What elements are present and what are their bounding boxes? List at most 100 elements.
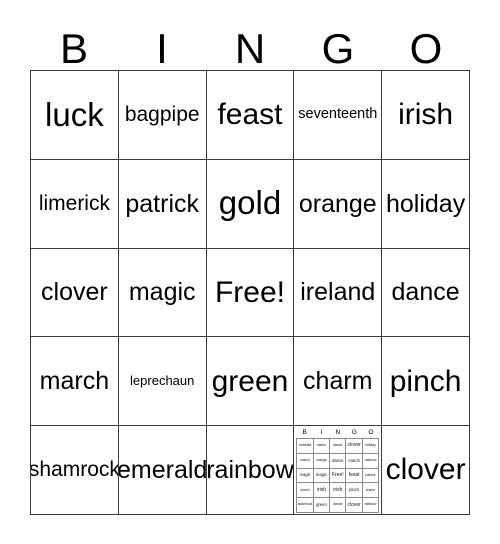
bingo-cell-g4[interactable]: charm	[294, 337, 383, 427]
header-letter-b: B	[59, 25, 88, 72]
bingo-cell-i2[interactable]: patrick	[118, 159, 207, 249]
bingo-cell-label: gold	[218, 184, 282, 222]
mini-bingo-cell-label: orange	[316, 458, 327, 463]
bingo-cell-label: bagpipe	[124, 102, 200, 126]
mini-bingo-cell-label: charm	[365, 487, 376, 492]
mini-bingo-cell-label: clover	[347, 442, 361, 449]
bingo-cell-label: holiday	[385, 189, 466, 218]
mini-bingo-cell: green	[313, 498, 331, 514]
bingo-cell-label: magic	[128, 278, 196, 307]
bingo-cell-label: leprechaun	[130, 373, 195, 389]
free-space-label: Free!	[214, 275, 285, 309]
mini-bingo-cell: march	[297, 453, 314, 469]
mini-bingo-cell-label: pinch	[349, 487, 360, 493]
bingo-card: B I N G O luck bagpipe feast seventeenth…	[0, 0, 500, 544]
bingo-cell-b2[interactable]: limerick	[31, 159, 119, 249]
bingo-cell-label: feast	[217, 98, 283, 132]
mini-bingo-cell: shamrock	[297, 498, 314, 514]
bingo-cell-b1[interactable]: luck	[31, 71, 119, 160]
mini-bingo-cell-label: magic	[299, 472, 311, 478]
mini-bingo-cell-label: emerald	[298, 443, 312, 448]
mini-bingo-cell: dance	[330, 439, 347, 454]
bingo-cell-g1[interactable]: seventeenth	[294, 71, 383, 160]
mini-bingo-cell-label: clover	[347, 501, 361, 508]
mini-header-letter-n: N	[335, 429, 341, 437]
bingo-cell-n2[interactable]: gold	[206, 159, 295, 249]
bingo-cell-label: dance	[391, 278, 460, 307]
mini-bingo-cell: clover	[346, 498, 363, 514]
mini-bingo-cell: holiday	[362, 439, 380, 454]
mini-bingo-cell: feast	[346, 468, 363, 484]
mini-bingo-cell: clover	[346, 439, 363, 454]
bingo-header-row: B I N G O	[30, 14, 470, 70]
mini-bingo-cell: march	[297, 483, 314, 499]
bingo-cell-o1[interactable]: irish	[382, 71, 470, 160]
bingo-cell-label: rainbow	[206, 455, 294, 484]
mini-bingo-cell: march	[313, 439, 331, 454]
bingo-cell-i3[interactable]: magic	[118, 248, 207, 338]
bingo-cell-label: shamrock	[31, 458, 119, 482]
mini-bingo-cell-label: magic	[315, 472, 328, 478]
header-letter-o: O	[409, 25, 443, 72]
mini-bingo-grid: emerald march dance clover holiday march orang…	[296, 438, 380, 514]
bingo-cell-o3[interactable]: dance	[382, 248, 470, 338]
mini-bingo-cell-label: patrick	[365, 472, 376, 477]
mini-bingo-cell-label: dance	[333, 502, 343, 507]
mini-bingo-cell: magic	[313, 468, 331, 484]
mini-bingo-cell: dance	[330, 453, 347, 469]
bingo-cell-g5-thumbnail[interactable]: B I N G O emerald march dance clover holiday…	[294, 426, 383, 515]
bingo-cell-o4[interactable]: pinch	[382, 337, 470, 427]
mini-bingo-cell-label: march	[300, 487, 310, 492]
mini-header-letter-b: B	[302, 429, 307, 437]
mini-bingo-cell-label: dance	[332, 457, 344, 463]
bingo-cell-label: seventeenth	[298, 106, 378, 123]
header-letter-n: N	[234, 25, 266, 72]
bingo-cell-b5[interactable]: shamrock	[31, 426, 119, 515]
mini-bingo-cell: pinch	[346, 483, 363, 499]
bingo-cell-label: orange	[298, 189, 377, 218]
mini-bingo-cell: rainbow	[362, 498, 380, 514]
bingo-cell-label: charm	[303, 367, 373, 396]
bingo-cell-label: patrick	[125, 189, 200, 218]
bingo-cell-i1[interactable]: bagpipe	[118, 71, 207, 160]
bingo-cell-n5[interactable]: rainbow	[206, 426, 295, 515]
bingo-cell-g2[interactable]: orange	[294, 159, 383, 249]
mini-bingo-cell: irish	[313, 483, 331, 499]
bingo-cell-b4[interactable]: march	[31, 337, 119, 427]
bingo-cell-label: limerick	[38, 191, 110, 215]
mini-bingo-cell-label: Free!	[331, 472, 344, 479]
mini-bingo-cell-label: holiday	[365, 443, 376, 448]
bingo-cell-n4[interactable]: green	[206, 337, 295, 427]
bingo-cell-i5[interactable]: emerald	[118, 426, 207, 515]
mini-bingo-cell-label: shamrock	[297, 502, 313, 507]
bingo-cell-o2[interactable]: holiday	[382, 159, 470, 249]
mini-bingo-cell-label: green	[316, 502, 327, 508]
mini-bingo-cell: emerald	[297, 439, 314, 454]
bingo-cell-label: march	[39, 367, 110, 396]
header-letter-g: G	[321, 25, 355, 72]
mini-header-letter-o: O	[368, 429, 374, 437]
bingo-cell-label: emerald	[118, 455, 207, 484]
mini-bingo-cell: dance	[330, 498, 347, 514]
mini-bingo-cell-label: irish	[316, 486, 327, 493]
bingo-cell-label: clover	[385, 453, 466, 487]
mini-bingo-cell: charm	[362, 483, 380, 499]
bingo-cell-b3[interactable]: clover	[31, 248, 119, 338]
bingo-cell-n1[interactable]: feast	[206, 71, 295, 160]
mini-bingo-cell: rainbow	[362, 453, 380, 469]
mini-bingo-header-row: B I N G O	[296, 427, 379, 438]
bingo-cell-o5[interactable]: clover	[382, 426, 470, 515]
nested-bingo-card-thumbnail: B I N G O emerald march dance clover holiday…	[296, 427, 380, 514]
bingo-cell-g3[interactable]: ireland	[294, 248, 383, 338]
bingo-cell-free-space[interactable]: Free!	[206, 248, 295, 338]
mini-bingo-cell-label: feast	[348, 472, 360, 479]
mini-header-letter-i: I	[320, 429, 323, 437]
mini-bingo-cell: patrick	[362, 468, 380, 484]
mini-header-letter-g: G	[351, 429, 357, 437]
bingo-cell-i4[interactable]: leprechaun	[118, 337, 207, 427]
bingo-cell-label: ireland	[300, 278, 376, 307]
mini-bingo-cell: magic	[297, 468, 314, 484]
mini-bingo-cell-label: march	[316, 443, 327, 448]
mini-bingo-cell: march	[346, 453, 363, 469]
mini-bingo-cell: irish	[330, 483, 347, 499]
